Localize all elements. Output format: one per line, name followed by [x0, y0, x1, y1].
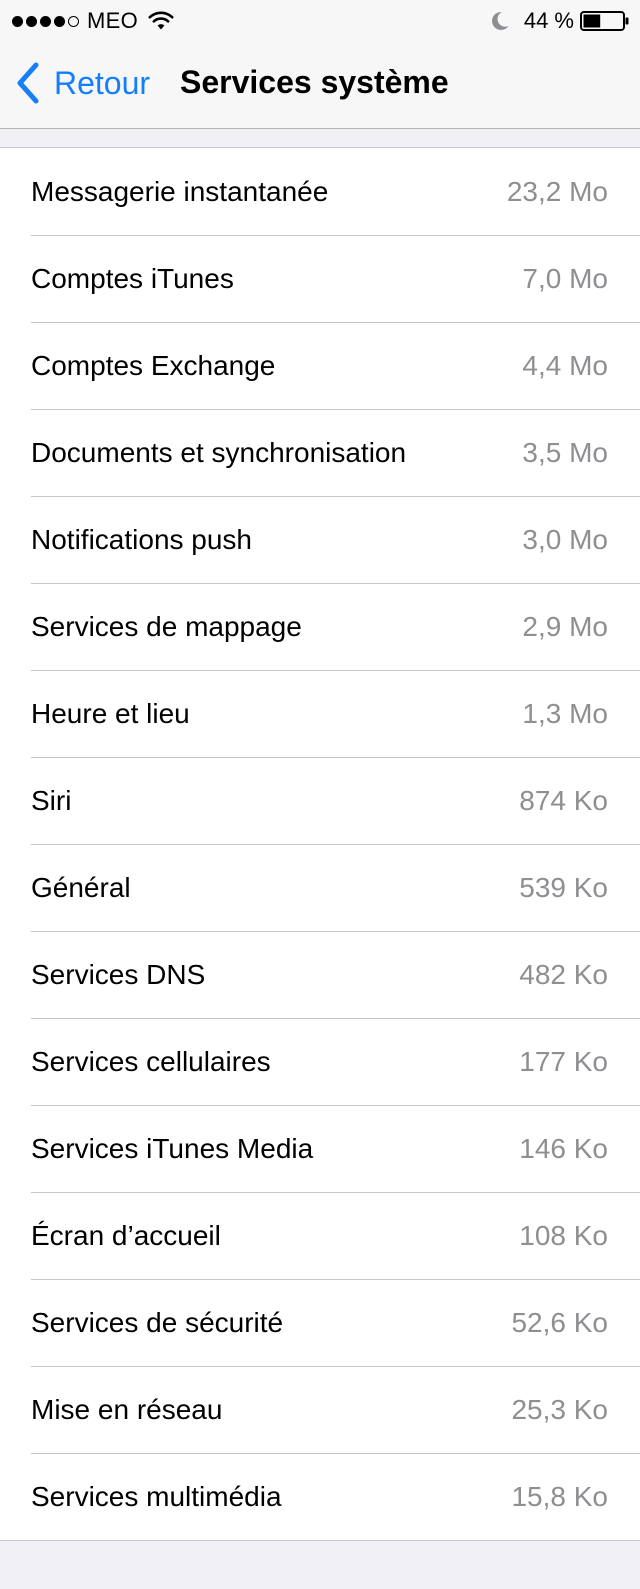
service-usage: 7,0 Mo [522, 262, 608, 294]
service-usage: 2,9 Mo [522, 610, 608, 642]
signal-dot [12, 15, 23, 27]
list-item: Services cellulaires 177 Ko [0, 1018, 640, 1105]
battery-percentage: 44 % [523, 8, 574, 33]
service-usage: 4,4 Mo [522, 349, 608, 381]
service-name: Écran d’accueil [31, 1219, 221, 1251]
back-button-label: Retour [54, 64, 151, 101]
service-usage: 3,0 Mo [522, 523, 608, 555]
services-list: Messagerie instantanée 23,2 Mo Comptes iT… [0, 147, 640, 1541]
list-item: Services de mappage 2,9 Mo [0, 583, 640, 670]
status-bar: MEO 44 % [0, 0, 640, 40]
service-usage: 874 Ko [519, 784, 608, 816]
service-name: Comptes Exchange [31, 349, 276, 381]
signal-strength-icon [12, 15, 82, 27]
signal-dot [54, 15, 65, 27]
list-item: Comptes iTunes 7,0 Mo [0, 235, 640, 322]
service-name: Mise en réseau [31, 1393, 223, 1425]
navigation-bar: Retour Services système [0, 40, 640, 129]
battery-fill [583, 14, 601, 28]
service-name: Services de sécurité [31, 1306, 284, 1338]
service-name: Notifications push [31, 523, 253, 555]
service-usage: 25,3 Ko [511, 1393, 608, 1425]
service-name: Services de mappage [31, 610, 302, 642]
service-name: Comptes iTunes [31, 262, 234, 294]
moon-icon [491, 11, 509, 30]
list-item: Siri 874 Ko [0, 757, 640, 844]
service-usage: 1,3 Mo [522, 697, 608, 729]
service-name: Siri [31, 784, 72, 816]
service-usage: 15,8 Ko [511, 1480, 608, 1512]
status-bar-right: 44 % [490, 8, 630, 34]
chevron-left-icon [17, 62, 39, 104]
list-item: Écran d’accueil 108 Ko [0, 1192, 640, 1279]
wifi-icon [148, 11, 174, 30]
list-item: Services iTunes Media 146 Ko [0, 1105, 640, 1192]
signal-dot [68, 15, 79, 27]
list-item: Messagerie instantanée 23,2 Mo [0, 148, 640, 235]
service-name: Services cellulaires [31, 1045, 271, 1077]
service-usage: 108 Ko [519, 1219, 608, 1251]
battery-icon [580, 11, 629, 31]
service-name: Documents et synchronisation [31, 436, 407, 468]
service-usage: 539 Ko [519, 871, 608, 903]
service-usage: 3,5 Mo [522, 436, 608, 468]
service-usage: 52,6 Ko [511, 1306, 608, 1338]
service-usage: 482 Ko [519, 958, 608, 990]
service-name: Heure et lieu [31, 697, 190, 729]
list-item: Heure et lieu 1,3 Mo [0, 670, 640, 757]
carrier-name: MEO [87, 8, 139, 33]
list-item: Services multimédia 15,8 Ko [0, 1453, 640, 1540]
list-item: Comptes Exchange 4,4 Mo [0, 322, 640, 409]
back-button[interactable]: Retour [14, 60, 150, 106]
list-item: Services de sécurité 52,6 Ko [0, 1279, 640, 1366]
list-item: Services DNS 482 Ko [0, 931, 640, 1018]
list-item: Général 539 Ko [0, 844, 640, 931]
service-name: Messagerie instantanée [31, 175, 329, 207]
list-item: Documents et synchronisation 3,5 Mo [0, 409, 640, 496]
service-name: Services DNS [31, 958, 206, 990]
service-usage: 177 Ko [519, 1045, 608, 1077]
service-name: Services multimédia [31, 1480, 282, 1512]
service-name: Services iTunes Media [31, 1132, 314, 1164]
service-usage: 23,2 Mo [506, 175, 608, 207]
signal-dot [40, 15, 51, 27]
list-item: Notifications push 3,0 Mo [0, 496, 640, 583]
page-title: Services système [180, 64, 449, 100]
service-usage: 146 Ko [519, 1132, 608, 1164]
list-item: Mise en réseau 25,3 Ko [0, 1366, 640, 1453]
service-name: Général [31, 871, 131, 903]
signal-dot [26, 15, 37, 27]
status-bar-left: MEO [12, 8, 174, 34]
